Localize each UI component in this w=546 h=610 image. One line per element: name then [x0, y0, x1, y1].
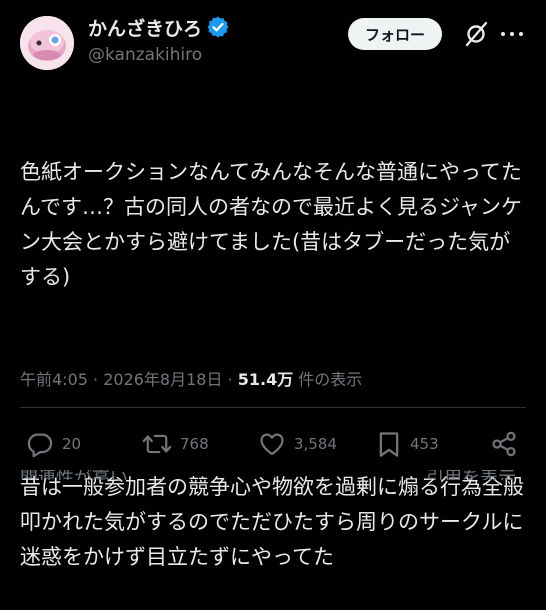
- reply-count: 20: [62, 435, 82, 453]
- display-name[interactable]: かんざきひろ: [88, 14, 202, 41]
- reply-icon: [27, 433, 53, 458]
- bookmark-icon: [379, 432, 399, 457]
- tweet-header: かんざきひろ @kanzakihiro フォロー: [0, 0, 546, 80]
- like-button[interactable]: 3,584: [258, 428, 337, 460]
- heart-icon: [260, 433, 284, 456]
- tweet-paragraph-1: 色紙オークションなんてみんなそんな普通にやってたんです…？古の同人の者なので最近…: [20, 160, 522, 289]
- follow-button[interactable]: フォロー: [348, 18, 442, 50]
- action-bar: 20 768 3,584 453: [0, 424, 546, 464]
- grok-icon[interactable]: [464, 20, 490, 48]
- avatar[interactable]: [20, 16, 74, 70]
- view-quotes-link[interactable]: 引用を表示: [426, 470, 516, 480]
- bookmark-count: 453: [410, 435, 439, 453]
- avatar-image: [20, 16, 74, 70]
- views-label: 件の表示: [293, 370, 363, 389]
- tweet-date[interactable]: 2026年8月18日: [103, 370, 222, 389]
- bottom-cutoff-row: 関連性が高い 引用を表示: [20, 470, 526, 480]
- reply-button[interactable]: 20: [26, 428, 81, 460]
- divider: [20, 407, 526, 408]
- repost-icon: [142, 434, 172, 454]
- tweet-time[interactable]: 午前4:05: [20, 370, 88, 389]
- views-count: 51.4万: [237, 370, 294, 389]
- like-count: 3,584: [294, 435, 337, 453]
- share-icon: [492, 431, 516, 457]
- user-handle[interactable]: @kanzakihiro: [88, 45, 202, 65]
- verified-badge-icon: [206, 15, 230, 39]
- meta-separator: ·: [222, 370, 238, 389]
- more-options-icon[interactable]: [498, 22, 526, 46]
- repost-count: 768: [180, 435, 209, 453]
- bookmark-button[interactable]: 453: [376, 428, 439, 460]
- tweet-paragraph-2: 昔は一般参加者の競争心や物欲を過剰に煽る行為全般叩かれた気がするのでただひたすら…: [20, 475, 524, 569]
- repost-button[interactable]: 768: [142, 428, 209, 460]
- meta-separator: ·: [87, 370, 104, 389]
- share-button[interactable]: [490, 428, 518, 460]
- tweet-text: 色紙オークションなんてみんなそんな普通にやってたんです…？古の同人の者なので最近…: [20, 85, 530, 610]
- sort-relevance-label[interactable]: 関連性が高い: [20, 470, 128, 480]
- tweet-meta: 午前4:05 · 2026年8月18日 · 51.4万 件の表示: [20, 366, 362, 390]
